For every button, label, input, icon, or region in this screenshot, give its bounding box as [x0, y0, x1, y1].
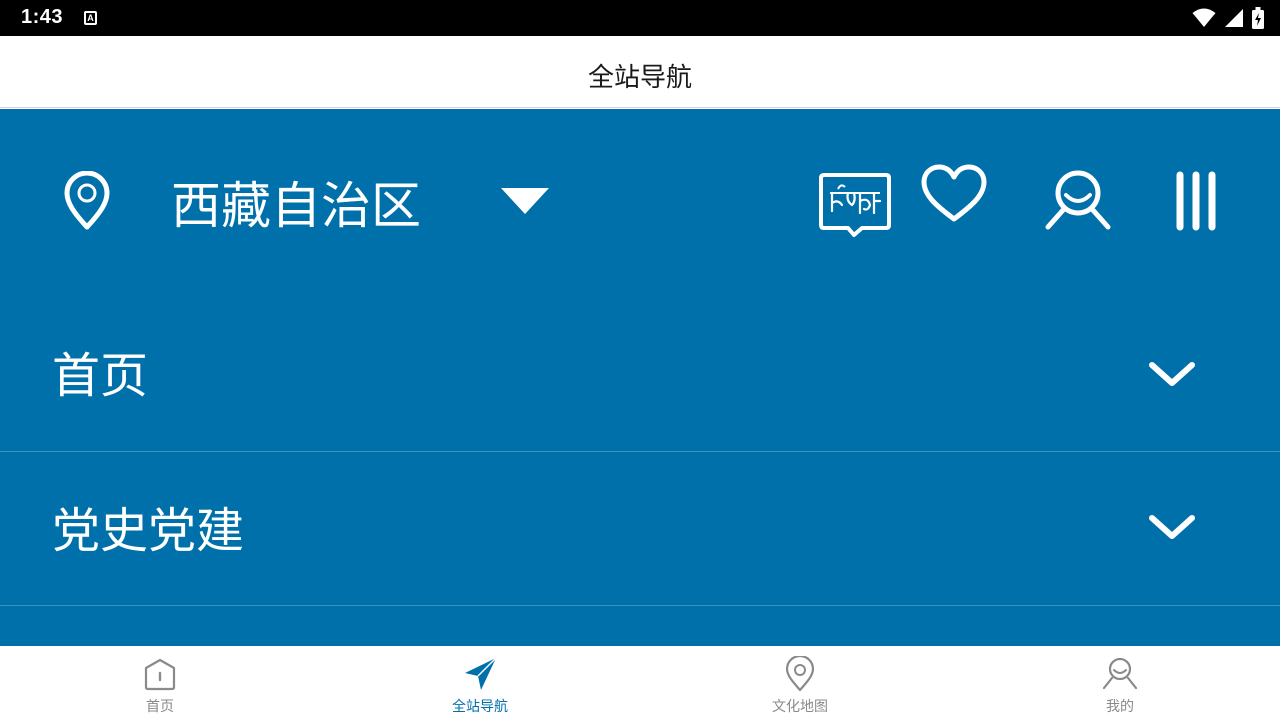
status-icons: [1192, 7, 1264, 29]
menu-item-party-history[interactable]: 党史党建: [0, 452, 1280, 606]
tab-label: 文化地图: [772, 699, 828, 715]
tab-mine[interactable]: 我的: [960, 646, 1280, 720]
menu-item-label: 首页: [52, 348, 149, 404]
tab-culture-map[interactable]: 文化地图: [640, 646, 960, 720]
navigation-icon: [465, 657, 497, 690]
chevron-down-icon[interactable]: [1148, 514, 1196, 542]
user-icon[interactable]: [1042, 167, 1114, 233]
menu-item-label: 党史党建: [52, 503, 245, 559]
tibetan-language-icon[interactable]: [818, 171, 892, 239]
profile-icon: [1102, 657, 1138, 690]
battery-charging-icon: [1252, 7, 1264, 29]
page-title: 全站导航: [587, 63, 692, 93]
map-pin-icon: [785, 656, 815, 692]
home-icon: [144, 658, 176, 691]
nav-panel: 西藏自治区 首页 党史党建: [0, 109, 1280, 646]
chevron-down-icon[interactable]: [1148, 361, 1196, 389]
location-pin-icon: [64, 171, 110, 230]
status-time: 1:43: [21, 6, 64, 28]
status-bar: 1:43 A: [0, 0, 1280, 36]
tab-label: 首页: [146, 699, 174, 715]
region-name: 西藏自治区: [171, 177, 421, 235]
tab-site-navigation[interactable]: 全站导航: [320, 646, 640, 720]
cell-signal-icon: [1225, 9, 1243, 27]
title-bar: 全站导航: [0, 36, 1280, 108]
tab-label: 我的: [1106, 699, 1134, 715]
tab-home[interactable]: 首页: [0, 646, 320, 720]
tab-label: 全站导航: [452, 699, 508, 715]
bottom-nav: 首页 全站导航 文化地图 我的: [0, 646, 1280, 720]
heart-icon[interactable]: [920, 163, 988, 225]
menu-item-home[interactable]: 首页: [0, 299, 1280, 452]
triangle-down-icon[interactable]: [500, 187, 550, 215]
wifi-icon: [1192, 8, 1216, 27]
notification-badge-icon: A: [84, 11, 97, 25]
menu-bars-icon[interactable]: [1172, 171, 1222, 231]
